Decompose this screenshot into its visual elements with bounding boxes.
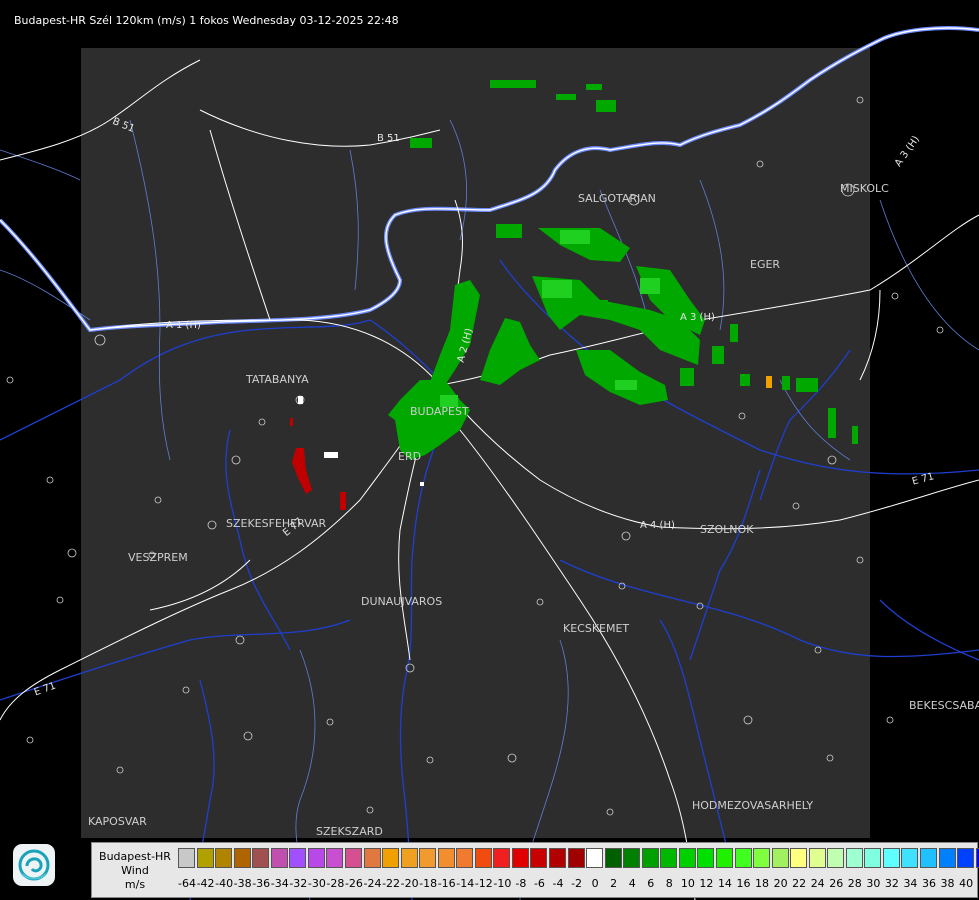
legend-swatch: [419, 848, 437, 868]
legend-swatch: [456, 848, 474, 868]
color-legend: Budapest-HR Wind m/s -64 -42 -40 -38 -36 -34-…: [91, 842, 979, 898]
legend-swatch: [771, 848, 789, 868]
legend-swatch: [252, 848, 270, 868]
legend-title: Budapest-HR Wind m/s: [92, 843, 178, 891]
legend-swatch: [808, 848, 826, 868]
legend-swatch: [326, 848, 344, 868]
legend-swatch: [845, 848, 863, 868]
legend-swatch: [382, 848, 400, 868]
road-label-a3: A 3 (H): [680, 312, 715, 323]
legend-swatch: [697, 848, 715, 868]
city-label-veszprem: VESZPREM: [128, 551, 188, 564]
legend-level-label: 42: [974, 877, 979, 890]
legend-swatch: [289, 848, 307, 868]
city-label-bekescsaba: BEKESCSABA: [909, 699, 979, 712]
legend-radar-name: Budapest-HR: [99, 850, 171, 863]
legend-swatch: [660, 848, 678, 868]
legend-swatch: [938, 848, 956, 868]
city-label-szolnok: SZOLNOK: [700, 523, 754, 536]
legend-unit: m/s: [124, 878, 146, 891]
road-label-a1: A 1 (H): [166, 320, 201, 331]
legend-swatch: [344, 848, 362, 868]
city-label-budapest: BUDAPEST: [410, 405, 469, 418]
legend-swatch: [474, 848, 492, 868]
legend-swatch: [363, 848, 381, 868]
city-label-salgotarjan: SALGOTARJAN: [578, 192, 656, 205]
map-title: Budapest-HR Szél 120km (m/s) 1 fokos Wed…: [14, 14, 399, 27]
city-label-erd: ERD: [398, 450, 422, 463]
legend-swatch: [196, 848, 214, 868]
city-label-dunaujvaros: DUNAUJVAROS: [361, 595, 443, 608]
legend-swatch: [233, 848, 251, 868]
radar-map: [0, 0, 979, 900]
legend-swatch: [307, 848, 325, 868]
legend-swatch: [901, 848, 919, 868]
legend-swatch: [604, 848, 622, 868]
met-service-logo: [13, 844, 55, 886]
city-label-eger: EGER: [750, 258, 781, 271]
legend-swatch: [715, 848, 733, 868]
city-label-miskolc: MISKOLC: [840, 182, 889, 195]
legend-swatch: [753, 848, 771, 868]
legend-swatch: [957, 848, 975, 868]
legend-swatch: [864, 848, 882, 868]
swirl-logo-icon: [18, 849, 50, 881]
legend-swatch: [920, 848, 937, 868]
road-label-b51-east: B 51: [377, 133, 400, 144]
legend-swatch: [882, 848, 900, 868]
legend-swatch: [437, 848, 455, 868]
legend-swatch: [567, 848, 585, 868]
city-label-kecskemet: KECSKEMET: [563, 622, 630, 635]
legend-quantity: Wind: [121, 864, 149, 877]
legend-swatch: [790, 848, 808, 868]
city-label-kaposvar: KAPOSVAR: [88, 815, 147, 828]
legend-swatch: [530, 848, 548, 868]
city-label-tatabanya: TATABANYA: [246, 373, 309, 386]
legend-swatch: [549, 848, 566, 868]
legend-swatch: [270, 848, 288, 868]
city-label-szekszard: SZEKSZARD: [316, 825, 383, 838]
legend-swatch: [678, 848, 696, 868]
city-label-hodmezovasarhely: HODMEZOVASARHELY: [692, 799, 814, 812]
legend-swatch: [975, 848, 979, 868]
legend-swatch: [827, 848, 845, 868]
legend-swatch: [734, 848, 752, 868]
road-label-a4: A 4 (H): [640, 520, 675, 531]
legend-swatch: [215, 848, 233, 868]
legend-swatch: [400, 848, 418, 868]
legend-swatch: [178, 848, 195, 868]
legend-swatch: [493, 848, 511, 868]
radar-echo-orange: [766, 376, 772, 388]
legend-swatch: [511, 848, 529, 868]
legend-swatch: [623, 848, 641, 868]
legend-swatch: [586, 848, 604, 868]
city-label-szekesfehervar: SZEKESFEHERVAR: [226, 517, 327, 530]
legend-swatch: [641, 848, 659, 868]
